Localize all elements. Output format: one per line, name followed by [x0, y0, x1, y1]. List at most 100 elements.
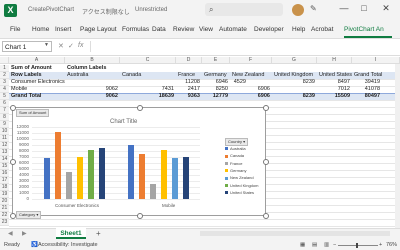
row-header[interactable]: 8 [0, 114, 9, 121]
chart-bar[interactable] [171, 157, 178, 199]
pivot-col-header[interactable]: United Kingdom [274, 72, 313, 79]
pivot-cell[interactable]: 2417 [176, 86, 200, 93]
minimize-button[interactable]: — [338, 3, 350, 13]
legend-field-button[interactable]: Country ▾ [225, 138, 249, 146]
chart-bar[interactable] [43, 157, 50, 199]
row-header[interactable]: 23 [0, 219, 9, 226]
formula-input[interactable] [90, 41, 399, 52]
legend-item[interactable]: France [225, 161, 242, 166]
pivot-cell[interactable]: 8239 [272, 79, 315, 86]
pen-icon[interactable]: ✎ [310, 4, 317, 13]
column-header[interactable]: D [176, 57, 202, 64]
enter-icon[interactable]: ✓ [68, 42, 74, 50]
legend-item[interactable]: Australia [225, 146, 246, 151]
pivot-col-header[interactable]: Grand Total [354, 72, 382, 79]
search-box[interactable] [205, 3, 283, 16]
scroll-left-icon[interactable]: ◀ [8, 230, 13, 237]
row-header[interactable]: 18 [0, 184, 9, 191]
close-button[interactable]: ✕ [380, 3, 392, 14]
row-header[interactable]: 14 [0, 156, 9, 163]
vertical-scrollbar[interactable] [395, 64, 400, 228]
row-header[interactable]: 20 [0, 198, 9, 205]
zoom-out-button[interactable]: − [333, 242, 336, 248]
select-all-corner[interactable] [0, 57, 9, 64]
tab-developer[interactable]: Developer [254, 26, 284, 33]
column-header[interactable]: G [272, 57, 317, 64]
row-header[interactable]: 6 [0, 100, 9, 107]
pivot-column-labels[interactable]: Column Labels [67, 65, 106, 72]
pivot-cell[interactable]: 6946 [202, 79, 228, 86]
pivot-cell[interactable]: 39419 [352, 79, 380, 86]
row-header[interactable]: 19 [0, 191, 9, 198]
row-header[interactable]: 1 [0, 65, 9, 72]
pivot-cell[interactable]: 8250 [202, 86, 228, 93]
pivot-cell[interactable]: 6906 [230, 86, 270, 93]
cancel-icon[interactable]: ✕ [58, 42, 64, 50]
column-header[interactable]: I [352, 57, 400, 64]
zoom-slider[interactable] [338, 245, 378, 246]
add-sheet-button[interactable]: + [96, 229, 101, 238]
legend-item[interactable]: United Kingdom [225, 183, 258, 188]
pivot-value-label[interactable]: Sum of Amount [11, 65, 52, 72]
chart-bar[interactable] [76, 157, 83, 199]
chart-bar[interactable] [87, 149, 94, 199]
tab-formulas[interactable]: Formulas [122, 26, 149, 33]
chart-bar[interactable] [182, 156, 189, 199]
sensitivity-label[interactable]: アクセス制限なし [82, 7, 130, 16]
pivot-total-cell[interactable]: 9062 [65, 93, 118, 100]
pivot-total-cell[interactable]: 15509 [317, 93, 350, 100]
column-header[interactable]: A [9, 57, 65, 64]
row-header[interactable]: 15 [0, 163, 9, 170]
row-header[interactable]: 4 [0, 86, 9, 93]
row-header[interactable]: 13 [0, 149, 9, 156]
tab-review[interactable]: Review [173, 26, 194, 33]
pivot-col-header[interactable]: Canada [122, 72, 141, 79]
row-header[interactable]: 21 [0, 205, 9, 212]
chevron-down-icon[interactable]: ▼ [44, 42, 49, 48]
pivot-cell[interactable]: 11208 [176, 79, 200, 86]
tab-page-layout[interactable]: Page Layout [80, 26, 117, 33]
tab-view[interactable]: View [199, 26, 213, 33]
row-header[interactable]: 9 [0, 121, 9, 128]
pivot-cell[interactable]: 41078 [352, 86, 380, 93]
tab-acrobat[interactable]: Acrobat [311, 26, 333, 33]
chart-bar[interactable] [160, 149, 167, 199]
row-header[interactable]: 11 [0, 135, 9, 142]
normal-view-icon[interactable]: ▦ [300, 242, 305, 248]
scroll-right-icon[interactable]: ▶ [22, 230, 27, 237]
value-field-button[interactable]: Sum of Amount [16, 109, 50, 117]
chart-bar[interactable] [54, 131, 61, 199]
resize-handle[interactable] [137, 213, 143, 219]
sheet-tab[interactable]: Sheet1 [56, 228, 86, 239]
pivot-cell[interactable]: 7012 [317, 86, 350, 93]
resize-handle[interactable] [263, 213, 269, 219]
chart-bar[interactable] [65, 171, 72, 199]
tab-home[interactable]: Home [32, 26, 49, 33]
zoom-slider-thumb[interactable] [356, 243, 358, 248]
legend-item[interactable]: United States [225, 190, 254, 195]
pivot-total-cell[interactable]: 9363 [176, 93, 200, 100]
row-header[interactable]: 22 [0, 212, 9, 219]
resize-handle[interactable] [263, 159, 269, 165]
pivot-row-label[interactable]: Mobile [11, 86, 27, 93]
chart-title[interactable]: Chart Title [110, 119, 137, 125]
resize-handle[interactable] [137, 105, 143, 111]
column-header[interactable]: B [65, 57, 120, 64]
pivot-cell[interactable]: 7431 [120, 86, 174, 93]
pivot-cell[interactable]: 9062 [65, 86, 118, 93]
accessibility-status[interactable]: Accessibility: Investigate [38, 242, 98, 248]
chart-bar[interactable] [98, 148, 105, 199]
pivot-col-header[interactable]: Germany [204, 72, 227, 79]
chart-bar[interactable] [149, 184, 156, 199]
column-header[interactable]: E [202, 57, 230, 64]
page-break-icon[interactable]: ▥ [324, 242, 329, 248]
row-header[interactable]: 2 [0, 72, 9, 79]
pivot-total-cell[interactable]: 80497 [352, 93, 380, 100]
save-status[interactable]: Unrestricted [135, 7, 167, 13]
legend-item[interactable]: New Zealand [225, 175, 254, 180]
legend-item[interactable]: Germany [225, 168, 246, 173]
row-header[interactable]: 17 [0, 177, 9, 184]
chart-bar[interactable] [138, 154, 145, 199]
row-header[interactable]: 12 [0, 142, 9, 149]
pivot-col-header[interactable]: United States [319, 72, 352, 79]
